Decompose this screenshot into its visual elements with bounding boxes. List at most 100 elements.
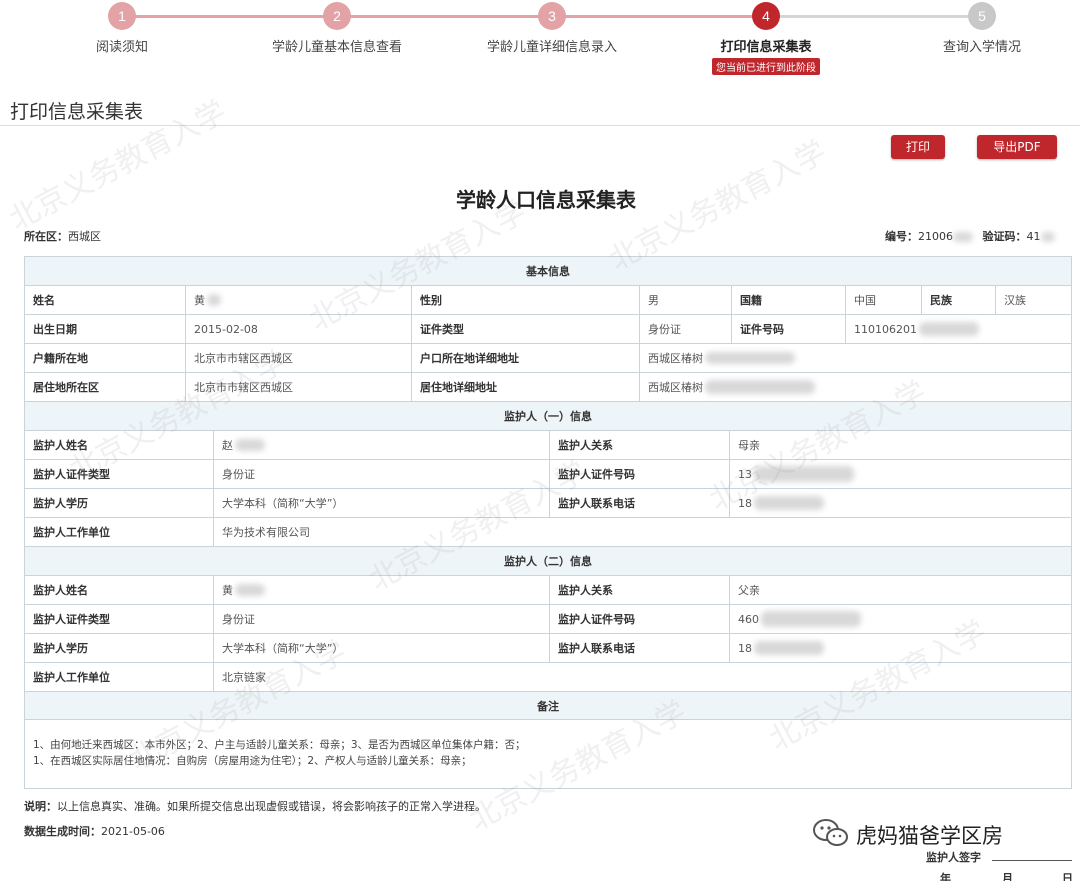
residence-address-value: 西城区椿树 xyxy=(648,381,703,394)
guardian2-name-cell: 黄 xyxy=(213,576,549,604)
current-stage-badge: 您当前已进行到此阶段 xyxy=(712,58,820,75)
brand-watermark: 虎妈猫爸学区房 xyxy=(812,818,1003,852)
export-pdf-button[interactable]: 导出PDF xyxy=(977,135,1057,159)
guardian1-id-type-value: 身份证 xyxy=(213,460,549,488)
redacted-blur xyxy=(919,322,979,336)
table-row: 姓名 黄 性别 男 国籍 中国 民族 汉族 xyxy=(25,286,1071,315)
guardian1-id-type-label: 监护人证件类型 xyxy=(33,468,110,481)
step-number: 1 xyxy=(108,2,136,30)
remarks-content: 1、由何地迁来西城区：本市外区；2、户主与适龄儿童关系：母亲；3、是否为西城区单… xyxy=(25,719,1071,769)
step-progress: 1 阅读须知 2 学龄儿童基本信息查看 3 学龄儿童详细信息录入 4 打印信息采… xyxy=(0,0,1080,80)
step-4[interactable]: 4 打印信息采集表 您当前已进行到此阶段 xyxy=(666,2,866,75)
district-label: 所在区： xyxy=(24,230,68,243)
code-value: 41 xyxy=(1026,230,1041,243)
statement-line: 说明：以上信息真实、准确。如果所提交信息出现虚假或错误，将会影响孩子的正常入学进… xyxy=(24,798,486,814)
id-type-label: 证件类型 xyxy=(411,315,639,343)
gender-label: 性别 xyxy=(411,286,639,314)
redacted-blur xyxy=(207,294,221,306)
hukou-label: 户籍所在地 xyxy=(33,352,88,365)
redacted-blur xyxy=(953,232,973,242)
remarks-line-2: 1、在西城区实际居住地情况：自购房（房屋用途为住宅）；2、产权人与适龄儿童关系：… xyxy=(33,755,472,767)
ethnicity-label: 民族 xyxy=(921,286,995,314)
guardian1-work-label: 监护人工作单位 xyxy=(33,526,110,539)
table-row: 监护人姓名 赵 监护人关系 母亲 xyxy=(25,431,1071,460)
guardian1-phone-cell: 18 xyxy=(729,489,1071,517)
table-row: 监护人姓名 黄 监护人关系 父亲 xyxy=(25,576,1071,605)
step-label: 打印信息采集表 xyxy=(720,40,812,55)
number-label: 编号： xyxy=(885,230,918,243)
guardian2-relation-label: 监护人关系 xyxy=(549,576,729,604)
section-basic-info: 基本信息 xyxy=(25,257,1071,286)
table-row: 监护人工作单位 华为技术有限公司 xyxy=(25,518,1071,547)
step-5[interactable]: 5 查询入学情况 xyxy=(882,2,1080,55)
date-year: 年 xyxy=(940,872,951,881)
date-day: 日 xyxy=(1062,872,1073,881)
guardian2-id-type-value: 身份证 xyxy=(213,605,549,633)
guardian2-phone-value: 18 xyxy=(738,641,752,655)
guardian1-work-value: 华为技术有限公司 xyxy=(213,518,1071,546)
number-value: 21006 xyxy=(918,230,953,243)
redacted-blur xyxy=(761,611,861,627)
id-number-value: 110106201 xyxy=(854,322,917,336)
form-title: 学龄人口信息采集表 xyxy=(456,188,636,212)
divider xyxy=(0,125,1080,126)
birth-label: 出生日期 xyxy=(33,323,77,336)
name-value: 黄 xyxy=(194,294,205,307)
guardian2-work-value: 北京链家 xyxy=(213,663,1071,691)
step-number: 4 xyxy=(752,2,780,30)
print-button[interactable]: 打印 xyxy=(891,135,945,159)
generation-time-line: 数据生成时间：2021-05-06 xyxy=(24,823,165,839)
guardian2-work-label: 监护人工作单位 xyxy=(33,671,110,684)
wechat-icon xyxy=(812,818,850,852)
step-number: 5 xyxy=(968,2,996,30)
step-1[interactable]: 1 阅读须知 xyxy=(22,2,222,55)
table-row: 监护人工作单位 北京链家 xyxy=(25,663,1071,692)
redacted-blur xyxy=(235,584,265,596)
guardian2-edu-label: 监护人学历 xyxy=(33,642,88,655)
birth-value: 2015-02-08 xyxy=(185,315,411,343)
residence-address-cell: 西城区椿树 xyxy=(639,373,1071,401)
step-3[interactable]: 3 学龄儿童详细信息录入 xyxy=(452,2,652,55)
remarks-line-1: 1、由何地迁来西城区：本市外区；2、户主与适龄儿童关系：母亲；3、是否为西城区单… xyxy=(33,739,526,751)
id-number-label: 证件号码 xyxy=(731,315,845,343)
table-row: 监护人学历 大学本科（简称“大学”） 监护人联系电话 18 xyxy=(25,634,1071,663)
redacted-blur xyxy=(754,466,854,482)
section-guardian-2: 监护人（二）信息 xyxy=(25,547,1071,576)
table-row: 出生日期 2015-02-08 证件类型 身份证 证件号码 110106201 xyxy=(25,315,1071,344)
guardian1-name-value: 赵 xyxy=(222,439,233,452)
section-guardian-1: 监护人（一）信息 xyxy=(25,402,1071,431)
table-row: 监护人证件类型 身份证 监护人证件号码 460 xyxy=(25,605,1071,634)
guardian1-id-number-cell: 13 xyxy=(729,460,1071,488)
guardian2-relation-value: 父亲 xyxy=(729,576,1071,604)
step-label: 学龄儿童详细信息录入 xyxy=(486,40,617,55)
step-label: 学龄儿童基本信息查看 xyxy=(271,40,402,55)
hukou-address-value: 西城区椿树 xyxy=(648,352,703,365)
section-remarks: 备注 xyxy=(25,692,1071,720)
district-line: 所在区：西城区 xyxy=(24,228,101,244)
table-row: 户籍所在地 北京市市辖区西城区 户口所在地详细地址 西城区椿树 xyxy=(25,344,1071,373)
step-label: 查询入学情况 xyxy=(942,40,1021,55)
guardian1-name-cell: 赵 xyxy=(213,431,549,459)
generation-time-value: 2021-05-06 xyxy=(101,825,165,838)
guardian1-edu-value: 大学本科（简称“大学”） xyxy=(213,489,549,517)
signature-label: 监护人签字 xyxy=(926,851,981,864)
guardian2-phone-cell: 18 xyxy=(729,634,1071,662)
hukou-address-label: 户口所在地详细地址 xyxy=(411,344,639,372)
guardian1-phone-label: 监护人联系电话 xyxy=(549,489,729,517)
gender-value: 男 xyxy=(639,286,731,314)
generation-time-label: 数据生成时间： xyxy=(24,825,101,838)
step-number: 2 xyxy=(323,2,351,30)
statement-text: 以上信息真实、准确。如果所提交信息出现虚假或错误，将会影响孩子的正常入学进程。 xyxy=(57,800,486,813)
ethnicity-value: 汉族 xyxy=(995,286,1071,314)
number-line: 编号：21006 验证码：41 xyxy=(885,228,1055,244)
step-2[interactable]: 2 学龄儿童基本信息查看 xyxy=(237,2,437,55)
brand-text: 虎妈猫爸学区房 xyxy=(856,824,1003,848)
step-number: 3 xyxy=(538,2,566,30)
redacted-blur xyxy=(754,496,824,510)
residence-value: 北京市市辖区西城区 xyxy=(185,373,411,401)
nationality-value: 中国 xyxy=(845,286,921,314)
code-label: 验证码： xyxy=(982,230,1027,243)
redacted-blur xyxy=(1040,232,1055,242)
guardian1-id-number-label: 监护人证件号码 xyxy=(549,460,729,488)
name-label: 姓名 xyxy=(33,294,55,307)
